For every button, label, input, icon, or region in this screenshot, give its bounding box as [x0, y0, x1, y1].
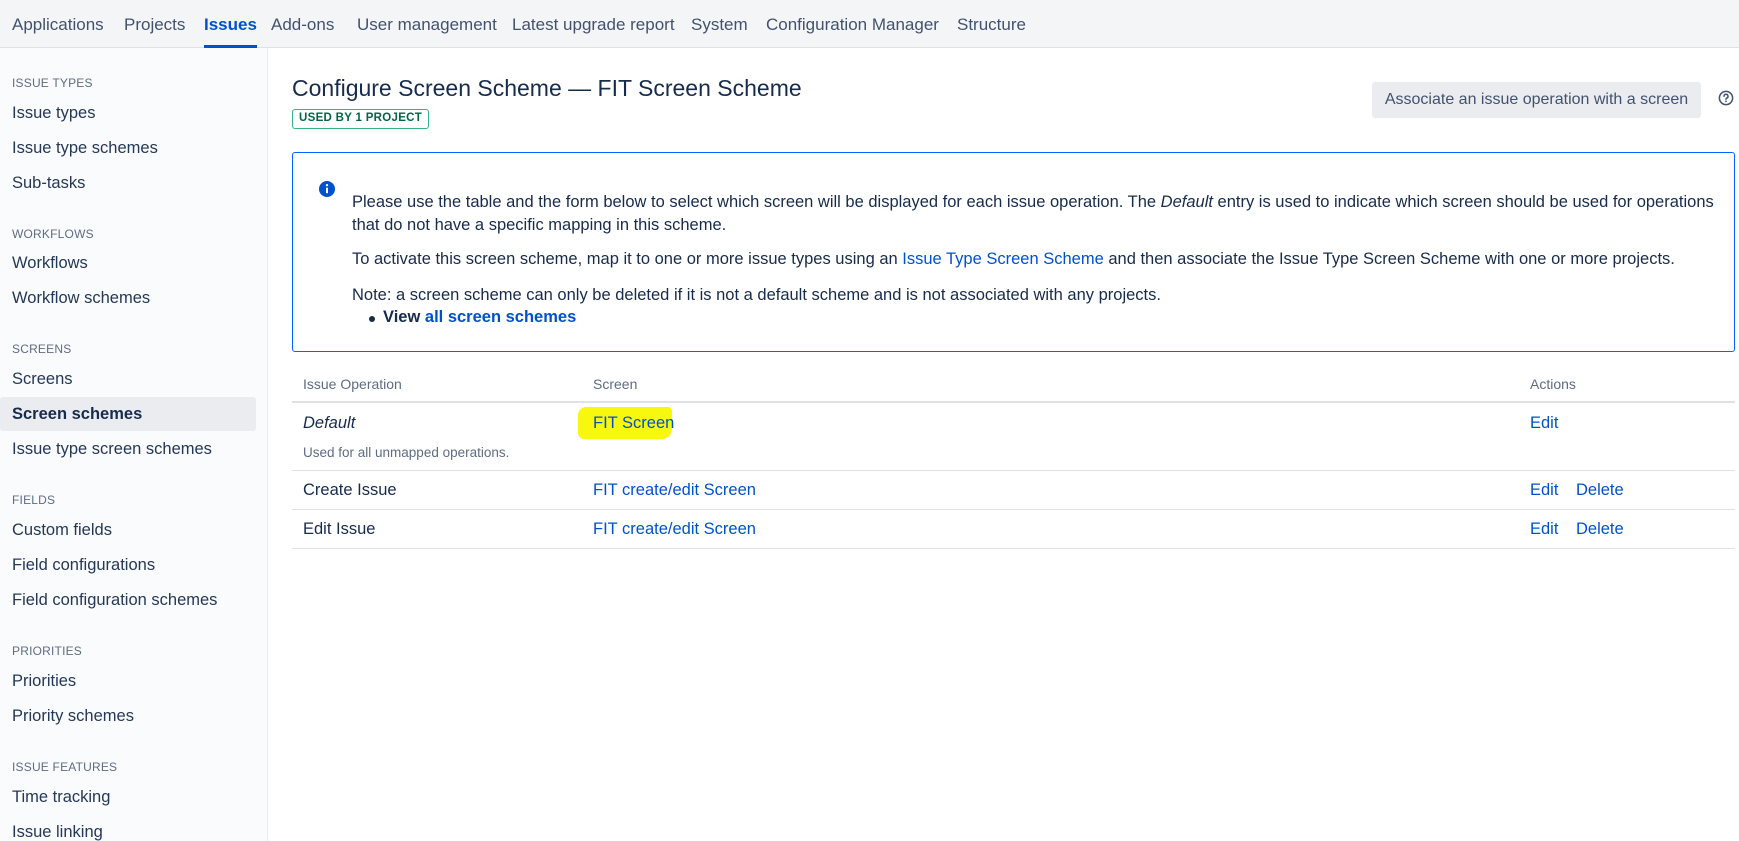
all-screen-schemes-link[interactable]: all screen schemes [425, 308, 576, 326]
info-paragraph-activate: To activate this screen scheme, map it t… [352, 248, 1675, 271]
table-row: Edit Issue FIT create/edit Screen Edit D… [292, 510, 1735, 549]
sidebar-item-priorities[interactable]: Priorities [0, 664, 256, 698]
table-row: Create Issue FIT create/edit Screen Edit… [292, 471, 1735, 510]
sidebar-item-time-tracking[interactable]: Time tracking [0, 780, 256, 814]
column-header-operation: Issue Operation [303, 376, 402, 392]
tab-configuration-manager[interactable]: Configuration Manager [766, 0, 939, 48]
sidebar-item-sub-tasks[interactable]: Sub-tasks [0, 166, 256, 200]
table-header: Issue Operation Screen Actions [292, 368, 1735, 403]
bullet-dot [369, 316, 375, 322]
tab-projects[interactable]: Projects [124, 0, 185, 48]
sidebar-heading-fields: FIELDS [12, 493, 56, 507]
sidebar: ISSUE TYPES Issue types Issue type schem… [0, 48, 268, 841]
sidebar-heading-screens: SCREENS [12, 342, 72, 356]
edit-link[interactable]: Edit [1530, 414, 1558, 433]
tab-latest-upgrade-report[interactable]: Latest upgrade report [512, 0, 675, 48]
table-row: Default Used for all unmapped operations… [292, 403, 1735, 471]
screen-link[interactable]: FIT Screen [593, 414, 674, 433]
tab-structure[interactable]: Structure [957, 0, 1026, 48]
sidebar-item-issue-type-screen-schemes[interactable]: Issue type screen schemes [0, 432, 256, 466]
sidebar-heading-issue-features: ISSUE FEATURES [12, 760, 118, 774]
usage-lozenge: USED BY 1 PROJECT [292, 109, 430, 129]
info-paragraph-mapping: Please use the table and the form below … [352, 191, 1722, 237]
sidebar-item-issue-type-schemes[interactable]: Issue type schemes [0, 131, 256, 165]
sidebar-heading-priorities: PRIORITIES [12, 644, 83, 658]
delete-link[interactable]: Delete [1576, 481, 1624, 500]
bullet-text: View [383, 308, 425, 326]
view-schemes-bullet: View all screen schemes [369, 308, 576, 327]
operation-name: Default [303, 414, 356, 432]
sidebar-item-field-configuration-schemes[interactable]: Field configuration schemes [0, 583, 256, 617]
sidebar-heading-issue-types: ISSUE TYPES [12, 76, 93, 90]
operation-subtext: Used for all unmapped operations. [303, 445, 510, 460]
top-navigation: Applications Projects Issues Add-ons Use… [0, 0, 1739, 48]
sidebar-heading-workflows: WORKFLOWS [12, 227, 94, 241]
info-default-emphasis: Default [1160, 193, 1213, 211]
tab-add-ons[interactable]: Add-ons [271, 0, 334, 48]
page-title: Configure Screen Scheme — FIT Screen Sch… [292, 75, 802, 101]
screen-link[interactable]: FIT create/edit Screen [593, 481, 756, 500]
edit-link[interactable]: Edit [1530, 520, 1558, 539]
sidebar-item-custom-fields[interactable]: Custom fields [0, 513, 256, 547]
sidebar-item-field-configurations[interactable]: Field configurations [0, 548, 256, 582]
info-message: Please use the table and the form below … [292, 152, 1735, 352]
help-icon[interactable] [1718, 90, 1734, 106]
sidebar-item-priority-schemes[interactable]: Priority schemes [0, 699, 256, 733]
sidebar-item-workflows[interactable]: Workflows [0, 246, 256, 280]
tab-user-management[interactable]: User management [357, 0, 497, 48]
info-icon [318, 180, 336, 198]
info-text: To activate this screen scheme, map it t… [352, 250, 903, 268]
info-text: and then associate the Issue Type Screen… [1103, 250, 1675, 268]
tab-applications[interactable]: Applications [12, 0, 104, 48]
associate-operation-button[interactable]: Associate an issue operation with a scre… [1372, 82, 1701, 118]
tab-system[interactable]: System [691, 0, 748, 48]
sidebar-item-screen-schemes[interactable]: Screen schemes [0, 397, 256, 431]
info-text: entry is used to indicate which screen s… [1212, 193, 1714, 211]
sidebar-item-issue-types[interactable]: Issue types [0, 96, 256, 130]
tab-issues[interactable]: Issues [204, 0, 257, 48]
info-text: Please use the table and the form below … [352, 193, 1161, 211]
issue-type-screen-scheme-link[interactable]: Issue Type Screen Scheme [902, 250, 1103, 268]
info-paragraph-note: Note: a screen scheme can only be delete… [352, 286, 1161, 304]
column-header-actions: Actions [1530, 376, 1576, 392]
column-header-screen: Screen [593, 376, 638, 392]
operation-name: Create Issue [303, 481, 397, 499]
sidebar-item-issue-linking[interactable]: Issue linking [0, 815, 256, 841]
sidebar-item-workflow-schemes[interactable]: Workflow schemes [0, 281, 256, 315]
sidebar-item-screens[interactable]: Screens [0, 362, 256, 396]
edit-link[interactable]: Edit [1530, 481, 1558, 500]
operation-name: Edit Issue [303, 520, 376, 538]
info-text: that do not have a specific mapping in t… [352, 216, 727, 234]
delete-link[interactable]: Delete [1576, 520, 1624, 539]
screen-link[interactable]: FIT create/edit Screen [593, 520, 756, 539]
